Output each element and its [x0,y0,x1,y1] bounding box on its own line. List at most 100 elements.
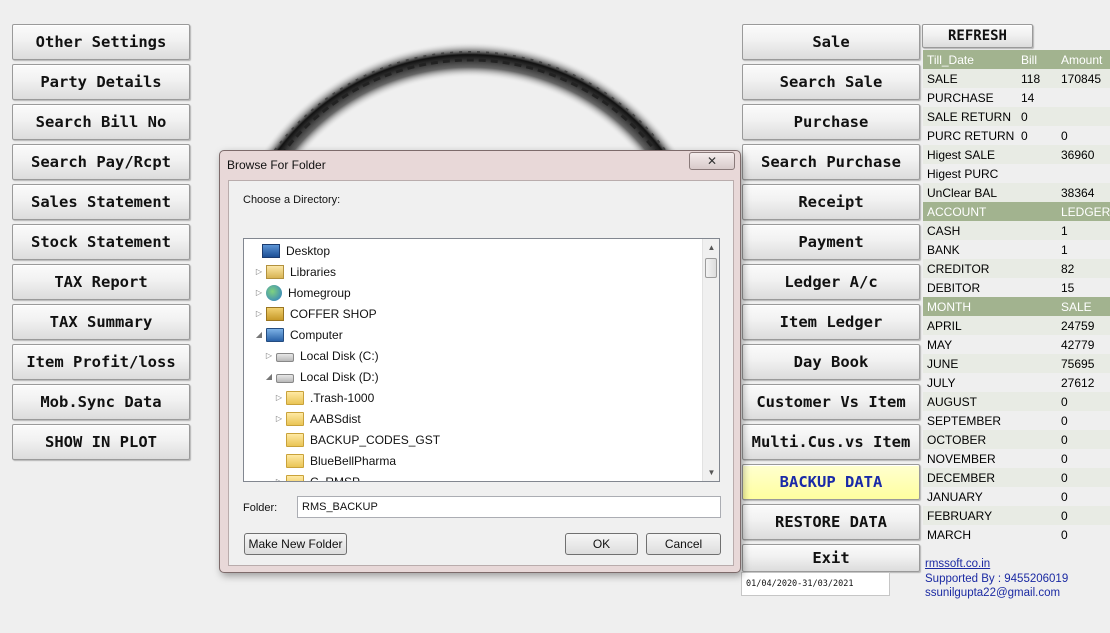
make-new-folder-button[interactable]: Make New Folder [244,533,347,555]
expand-arrow-icon[interactable]: ◢ [264,372,274,381]
item-profit-loss-button[interactable]: Item Profit/loss [12,344,190,380]
sale-button[interactable]: Sale [742,24,920,60]
cell: Till_Date [927,53,974,67]
stock-statement-button[interactable]: Stock Statement [12,224,190,260]
restore-data-button[interactable]: RESTORE DATA [742,504,920,540]
purchase-button[interactable]: Purchase [742,104,920,140]
summary-row: Higest SALE 36960 [923,145,1110,164]
expand-arrow-icon[interactable]: ▷ [254,309,264,318]
ledger-a-c-button[interactable]: Ledger A/c [742,264,920,300]
cell: PURCHASE [927,91,994,105]
scroll-thumb[interactable] [705,258,717,278]
show-in-plot-button[interactable]: SHOW IN PLOT [12,424,190,460]
cell: 0 [1021,110,1028,124]
tree-item-homegroup[interactable]: ▷ Homegroup [254,282,351,303]
folder-icon [286,453,304,468]
tree-item-desktop[interactable]: Desktop [250,240,330,261]
cell: AUGUST [927,395,978,409]
search-bill-no-button[interactable]: Search Bill No [12,104,190,140]
months-row: APRIL 24759 [923,316,1110,335]
expand-arrow-icon[interactable]: ▷ [264,351,274,360]
other-settings-button[interactable]: Other Settings [12,24,190,60]
tree-item-local-disk-d[interactable]: ◢ Local Disk (D:) [264,366,379,387]
expand-arrow-icon[interactable]: ▷ [254,288,264,297]
tree-item-trash-1000[interactable]: ▷ .Trash-1000 [274,387,374,408]
expand-arrow-icon[interactable]: ◢ [254,330,264,339]
cell: SEPTEMBER [927,414,1002,428]
tree-item-backup-codes-gst[interactable]: BACKUP_CODES_GST [274,429,440,450]
cell: 0 [1061,509,1068,523]
summary-row: Higest PURC [923,164,1110,183]
tree-item-label: Desktop [286,243,331,258]
tree-item-aabsdist[interactable]: ▷ AABSdist [274,408,361,429]
desktop-icon [262,243,280,258]
dialog-close-button[interactable]: ✕ [689,152,735,170]
accounts-row: CREDITOR 82 [923,259,1110,278]
cell: 1 [1061,243,1068,257]
cell: ACCOUNT [927,205,987,219]
customer-vs-item-button[interactable]: Customer Vs Item [742,384,920,420]
website-link[interactable]: rmssoft.co.in [925,557,1068,572]
cell: 0 [1061,528,1068,542]
tree-item-bluebellpharma[interactable]: BlueBellPharma [274,450,396,471]
cell: CASH [927,224,961,238]
party-details-button[interactable]: Party Details [12,64,190,100]
search-pay-rcpt-button[interactable]: Search Pay/Rcpt [12,144,190,180]
mob-sync-data-button[interactable]: Mob.Sync Data [12,384,190,420]
folder-input[interactable] [297,496,721,518]
close-icon: ✕ [706,154,718,168]
folder-tree[interactable]: Desktop ▷ Libraries ▷ Homegroup ▷ COFFER SHOP ◢… [243,238,720,482]
tree-scrollbar[interactable]: ▲ ▼ [702,239,719,481]
expand-arrow-icon[interactable]: ▷ [274,477,284,481]
day-book-button[interactable]: Day Book [742,344,920,380]
months-row: FEBRUARY 0 [923,506,1110,525]
cancel-button[interactable]: Cancel [646,533,721,555]
cell: 42779 [1061,338,1095,352]
cell: MONTH [927,300,971,314]
tree-item-computer[interactable]: ◢ Computer [254,324,343,345]
tree-item-label: COFFER SHOP [290,306,377,321]
summary-panel: Till_Date Bill Amount SALE 118 170845 PURCHASE… [923,50,1110,544]
months-row: MAY 42779 [923,335,1110,354]
scroll-up-icon[interactable]: ▲ [703,239,719,256]
search-sale-button[interactable]: Search Sale [742,64,920,100]
cell: Amount [1061,53,1103,67]
expand-arrow-icon[interactable]: ▷ [274,414,284,423]
accounts-row: CASH 1 [923,221,1110,240]
cell: Bill [1021,53,1038,67]
cell: 0 [1061,490,1068,504]
cell: 24759 [1061,319,1095,333]
tree-item-label: .Trash-1000 [310,390,375,405]
cell: NOVEMBER [927,452,996,466]
tree-item-libraries[interactable]: ▷ Libraries [254,261,336,282]
tax-report-button[interactable]: TAX Report [12,264,190,300]
summary-row: PURCHASE 14 [923,88,1110,107]
tree-item-label: Homegroup [288,285,351,300]
payment-button[interactable]: Payment [742,224,920,260]
refresh-button[interactable]: REFRESH [922,24,1033,48]
search-purchase-button[interactable]: Search Purchase [742,144,920,180]
expand-arrow-icon[interactable]: ▷ [254,267,264,276]
summary-header: Till_Date Bill Amount [923,50,1110,69]
tree-item-coffer-shop[interactable]: ▷ COFFER SHOP [254,303,377,324]
multi-cus-vs-item-button[interactable]: Multi.Cus.vs Item [742,424,920,460]
expand-arrow-icon[interactable]: ▷ [274,393,284,402]
support-phone: Supported By : 9455206019 [925,572,1069,585]
financial-year-field[interactable]: 01/04/2020-31/03/2021 [741,572,890,596]
exit-button[interactable]: Exit [742,544,920,572]
receipt-button[interactable]: Receipt [742,184,920,220]
ok-button[interactable]: OK [565,533,638,555]
backup-data-button[interactable]: BACKUP DATA [742,464,920,500]
tree-item-c-rmsp[interactable]: ▷ C_RMSP [274,471,360,481]
sales-statement-button[interactable]: Sales Statement [12,184,190,220]
cell: OCTOBER [927,433,987,447]
scroll-down-icon[interactable]: ▼ [703,464,719,481]
months-row: JUNE 75695 [923,354,1110,373]
cell: 1 [1061,224,1068,238]
tax-summary-button[interactable]: TAX Summary [12,304,190,340]
summary-row: SALE RETURN 0 [923,107,1110,126]
item-ledger-button[interactable]: Item Ledger [742,304,920,340]
dialog-body: Choose a Directory: Desktop ▷ Libraries ▷ Ho… [228,180,734,566]
tree-item-local-disk-c[interactable]: ▷ Local Disk (C:) [264,345,379,366]
cell: 27612 [1061,376,1095,390]
